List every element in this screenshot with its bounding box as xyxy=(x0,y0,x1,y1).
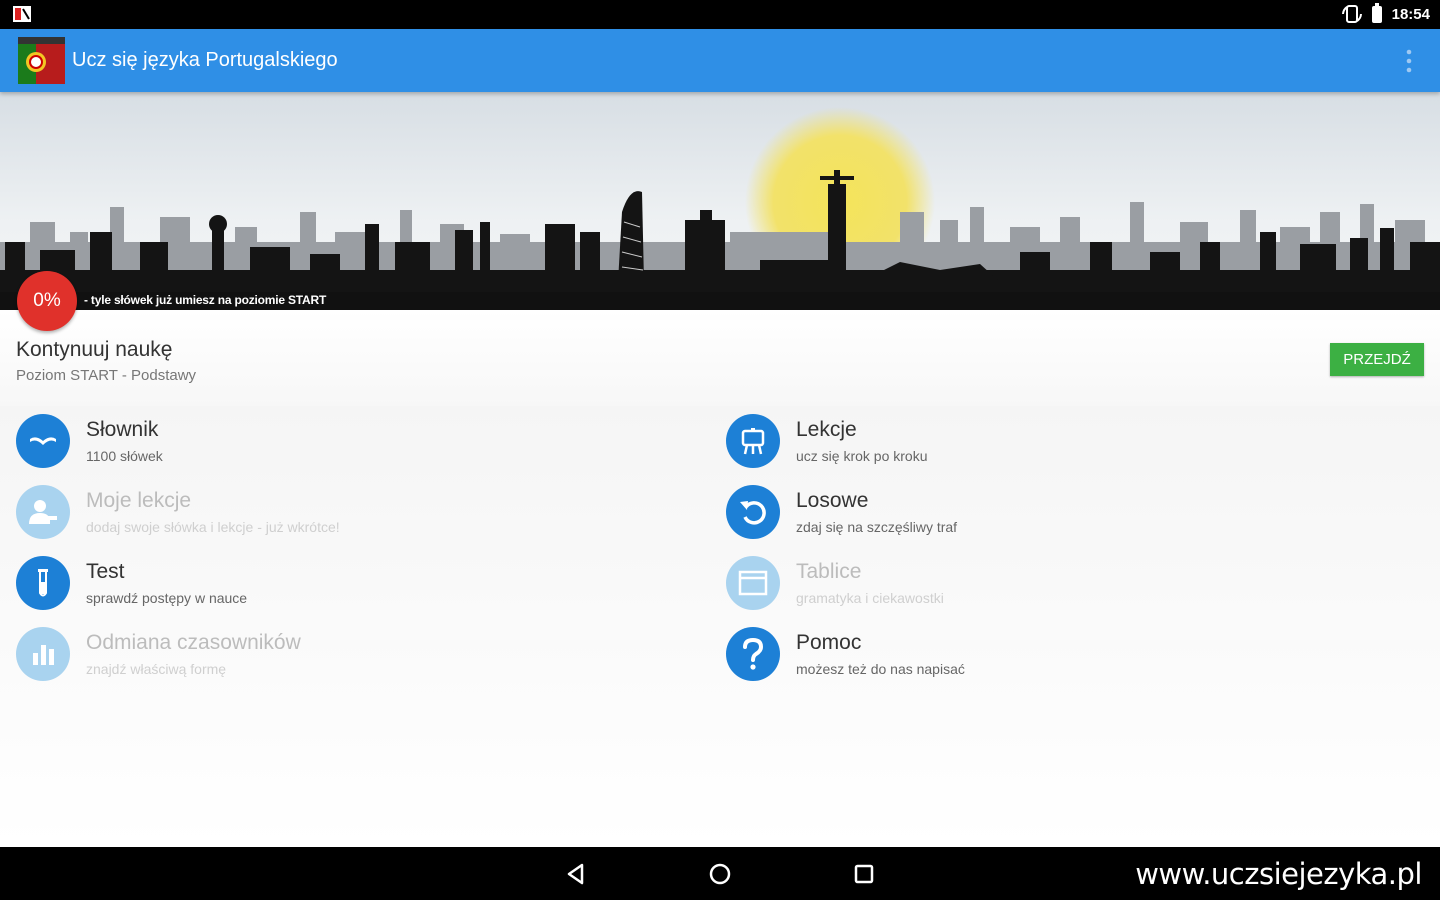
easel-icon xyxy=(726,414,780,468)
menu-item-label: Lekcje xyxy=(796,418,857,441)
book-icon xyxy=(16,414,70,468)
hero-banner: - tyle słówek już umiesz na poziomie STA… xyxy=(0,92,1440,310)
overflow-menu-icon[interactable] xyxy=(1406,49,1412,73)
menu-item-subtitle: sprawdź postępy w nauce xyxy=(86,590,248,606)
screen-rotation-icon xyxy=(1341,5,1362,23)
menu-item-test[interactable]: Test sprawdź postępy w nauce xyxy=(16,548,696,614)
user-edit-icon xyxy=(16,485,70,539)
menu-item-odmiana-czasownikow[interactable]: Odmiana czasowników znajdź właściwą form… xyxy=(16,619,696,685)
menu-item-label: Moje lekcje xyxy=(86,489,192,512)
menu-item-label: Pomoc xyxy=(796,631,862,654)
portugal-flag-logo[interactable] xyxy=(18,37,65,84)
menu-item-label: Odmiana czasowników xyxy=(86,631,301,654)
notification-icon xyxy=(13,6,31,22)
app-bar: Ucz się języka Portugalskiego xyxy=(0,29,1440,92)
recent-apps-icon[interactable] xyxy=(851,861,877,887)
menu-item-subtitle: ucz się krok po kroku xyxy=(796,448,928,464)
system-nav-bar: www.uczsiejezyka.pl xyxy=(0,847,1440,900)
continue-title: Kontynuuj naukę xyxy=(16,338,173,361)
menu-item-label: Losowe xyxy=(796,489,869,512)
menu-item-label: Test xyxy=(86,560,125,583)
progress-badge: 0% xyxy=(17,271,77,331)
test-tube-icon xyxy=(16,556,70,610)
menu-item-subtitle: możesz też do nas napisać xyxy=(796,661,965,677)
status-time: 18:54 xyxy=(1391,5,1430,23)
progress-description: - tyle słówek już umiesz na poziomie STA… xyxy=(84,293,327,307)
battery-icon xyxy=(1371,2,1382,23)
menu-item-subtitle: 1100 słówek xyxy=(86,448,163,464)
menu-item-subtitle: znajdź właściwą formę xyxy=(86,661,227,677)
question-icon xyxy=(726,627,780,681)
home-icon[interactable] xyxy=(707,861,733,887)
menu-item-lekcje[interactable]: Lekcje ucz się krok po kroku xyxy=(726,406,1406,472)
menu-item-pomoc[interactable]: Pomoc możesz też do nas napisać xyxy=(726,619,1406,685)
menu-item-label: Tablice xyxy=(796,560,862,583)
menu-item-subtitle: gramatyka i ciekawostki xyxy=(796,590,944,606)
menu-item-tablice[interactable]: Tablice gramatyka i ciekawostki xyxy=(726,548,1406,614)
menu-item-subtitle: dodaj swoje słówka i lekcje - już wkrótc… xyxy=(86,519,340,535)
main-menu: Słownik 1100 słówek Lekcje ucz się krok … xyxy=(0,406,1440,847)
go-button[interactable]: PRZEJDŹ xyxy=(1330,343,1424,376)
back-icon[interactable] xyxy=(563,861,589,887)
undo-icon xyxy=(726,485,780,539)
app-title: Ucz się języka Portugalskiego xyxy=(72,49,338,71)
continue-learning-section[interactable]: Kontynuuj naukę Poziom START - Podstawy … xyxy=(0,310,1440,406)
menu-item-label: Słownik xyxy=(86,418,159,441)
menu-item-losowe[interactable]: Losowe zdaj się na szczęśliwy traf xyxy=(726,477,1406,543)
menu-item-moje-lekcje[interactable]: Moje lekcje dodaj swoje słówka i lekcje … xyxy=(16,477,696,543)
menu-item-subtitle: zdaj się na szczęśliwy traf xyxy=(796,519,958,535)
website-url: www.uczsiejezyka.pl xyxy=(1135,857,1422,891)
menu-item-slownik[interactable]: Słownik 1100 słówek xyxy=(16,406,696,472)
lisbon-skyline-illustration xyxy=(0,107,1440,310)
status-bar: 18:54 xyxy=(0,0,1440,29)
continue-subtitle: Poziom START - Podstawy xyxy=(16,367,197,384)
table-icon xyxy=(726,556,780,610)
bar-chart-icon xyxy=(16,627,70,681)
